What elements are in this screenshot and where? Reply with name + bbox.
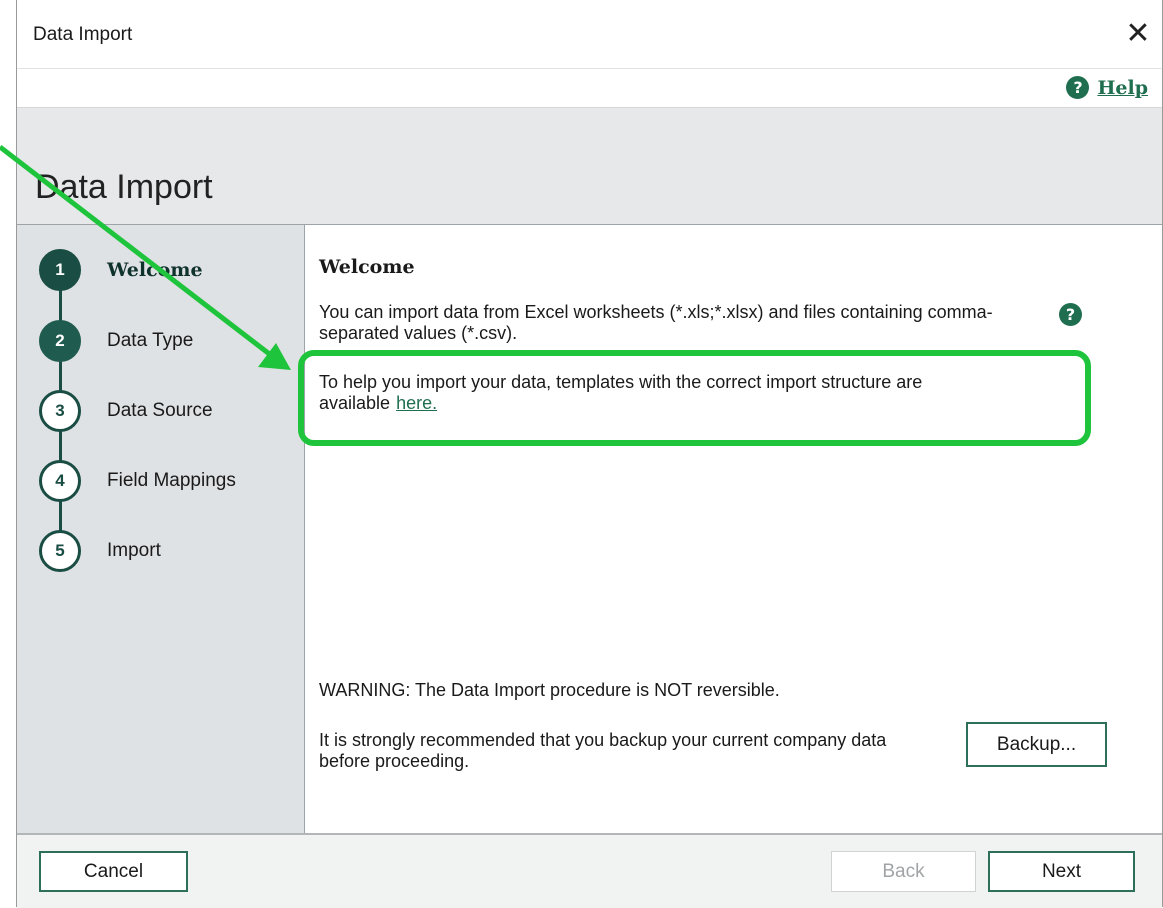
step-data-type[interactable]: 2 Data Type <box>39 320 193 362</box>
step-number: 5 <box>39 530 81 572</box>
step-label: Field Mappings <box>107 470 236 491</box>
backup-recommendation-text: It is strongly recommended that you back… <box>319 730 887 771</box>
step-number: 3 <box>39 390 81 432</box>
step-welcome[interactable]: 1 Welcome <box>39 249 203 291</box>
backup-button[interactable]: Backup... <box>966 722 1107 767</box>
intro-text: You can import data from Excel worksheet… <box>319 302 993 343</box>
step-number: 4 <box>39 460 81 502</box>
info-question-icon[interactable]: ? <box>1059 303 1082 326</box>
content-title: Welcome <box>319 256 415 278</box>
help-link[interactable]: ? Help <box>1066 76 1148 99</box>
step-label: Data Source <box>107 400 213 421</box>
cancel-button[interactable]: Cancel <box>39 851 188 892</box>
warning-text: WARNING: The Data Import procedure is NO… <box>319 680 780 700</box>
window-title: Data Import <box>33 24 133 45</box>
wizard-steps-sidebar: 1 Welcome 2 Data Type 3 Data Source 4 Fi… <box>17 225 305 833</box>
templates-link[interactable]: here. <box>396 393 437 413</box>
data-import-dialog: Data Import ✕ ? Help Data Import 1 Welco… <box>16 0 1163 908</box>
help-question-icon: ? <box>1066 76 1090 99</box>
page-title: Data Import <box>35 168 213 206</box>
back-button[interactable]: Back <box>831 851 976 892</box>
step-import[interactable]: 5 Import <box>39 530 161 572</box>
wizard-content: Welcome You can import data from Excel w… <box>305 225 1162 833</box>
wizard-footer: Cancel Back Next <box>17 833 1162 908</box>
step-field-mappings[interactable]: 4 Field Mappings <box>39 460 236 502</box>
step-data-source[interactable]: 3 Data Source <box>39 390 213 432</box>
help-bar: ? Help <box>17 68 1162 107</box>
title-bar: Data Import ✕ <box>17 0 1162 68</box>
step-label: Import <box>107 540 161 561</box>
step-label: Data Type <box>107 330 194 351</box>
wizard-header: Data Import <box>17 107 1162 226</box>
next-button[interactable]: Next <box>988 851 1135 892</box>
templates-text: To help you import your data, templates … <box>319 372 1039 414</box>
close-icon[interactable]: ✕ <box>1118 14 1158 54</box>
step-number: 1 <box>39 249 81 291</box>
step-number: 2 <box>39 320 81 362</box>
help-label[interactable]: Help <box>1097 77 1148 99</box>
step-label: Welcome <box>107 259 203 281</box>
